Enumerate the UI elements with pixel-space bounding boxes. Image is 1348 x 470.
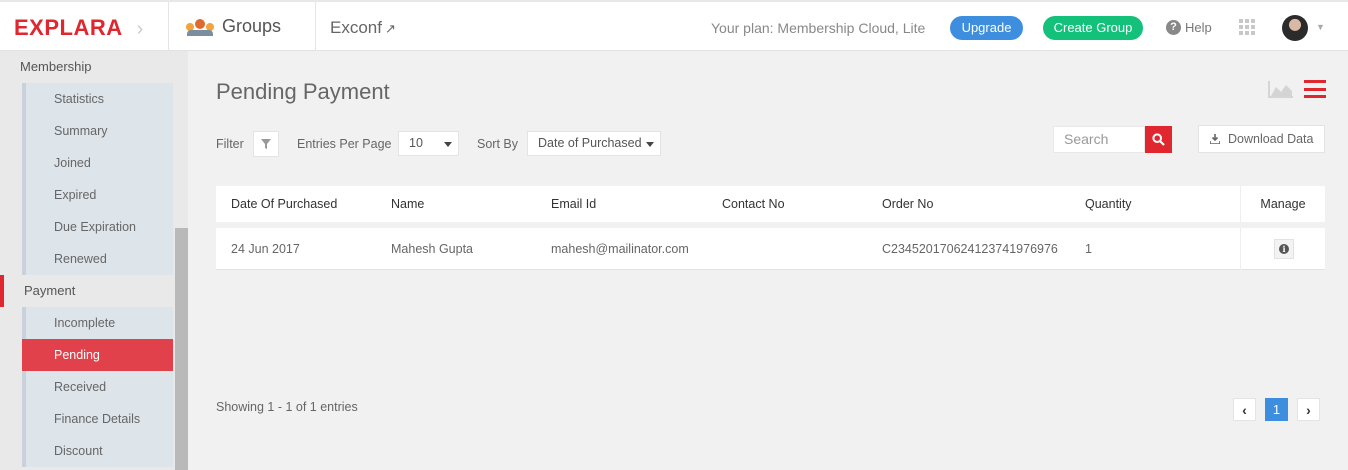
search-button[interactable] — [1145, 126, 1172, 153]
plan-text: Your plan: Membership Cloud, Lite — [711, 20, 926, 36]
filter-button[interactable] — [253, 131, 279, 157]
groups-nav[interactable]: Groups — [186, 16, 281, 37]
table-header: Date Of Purchased Name Email Id Contact … — [216, 186, 1325, 222]
logo-text: EXPLARA — [14, 15, 123, 40]
list-view-icon[interactable] — [1304, 80, 1326, 98]
column-header: Manage — [1240, 186, 1325, 222]
sidebar-item-renewed[interactable]: Renewed — [22, 243, 173, 275]
chevron-right-icon: › — [136, 18, 144, 40]
column-header[interactable]: Date Of Purchased — [231, 186, 337, 222]
cell-order-no: C23452017062412374197697​6 — [882, 242, 1058, 256]
divider — [315, 2, 316, 51]
chart-view-icon[interactable] — [1268, 80, 1294, 98]
caret-down-icon — [444, 142, 452, 147]
sidebar-item-finance-details[interactable]: Finance Details — [22, 403, 173, 435]
caret-down-icon — [646, 142, 654, 147]
page-button-current[interactable]: 1 — [1265, 398, 1288, 421]
entries-per-page-value: 10 — [409, 136, 423, 150]
upgrade-button[interactable]: Upgrade — [950, 16, 1023, 40]
sort-by-value: Date of Purchased — [538, 136, 642, 150]
chevron-right-icon: › — [1306, 401, 1311, 418]
sidebar-item-statistics[interactable]: Statistics — [22, 83, 173, 115]
sidebar-item-pending[interactable]: Pending — [22, 339, 173, 371]
sidebar-item-summary[interactable]: Summary — [22, 115, 173, 147]
download-data-button[interactable]: Download Data — [1198, 125, 1325, 153]
sidebar-item-joined[interactable]: Joined — [22, 147, 173, 179]
event-link[interactable]: Exconf ↗ — [330, 18, 396, 38]
explara-logo[interactable]: EXPLARA › — [14, 15, 144, 41]
table-row: 24 Jun 2017 Mahesh Gupta mahesh@mailinat… — [216, 228, 1325, 270]
download-icon — [1210, 134, 1220, 144]
download-data-label: Download Data — [1228, 132, 1314, 146]
filter-label: Filter — [216, 137, 244, 151]
previous-page-button[interactable]: ‹ — [1233, 398, 1256, 421]
entries-per-page-select[interactable]: 10 — [398, 131, 459, 156]
cell-quantity: 1 — [1085, 242, 1092, 256]
column-header[interactable]: Contact No — [722, 186, 785, 222]
column-header[interactable]: Order No — [882, 186, 933, 222]
sort-by-label: Sort By — [477, 137, 518, 151]
entries-per-page-label: Entries Per Page — [297, 137, 392, 151]
pagination-summary: Showing 1 - 1 of 1 entries — [216, 400, 358, 414]
search-input[interactable]: Search — [1053, 126, 1145, 153]
sidebar-item-due-expiration[interactable]: Due Expiration — [22, 211, 173, 243]
groups-label: Groups — [222, 16, 282, 36]
next-page-button[interactable]: › — [1297, 398, 1320, 421]
apps-grid-icon[interactable] — [1239, 19, 1255, 35]
info-icon: i — [1279, 244, 1289, 254]
column-header[interactable]: Quantity — [1085, 186, 1132, 222]
column-header[interactable]: Email Id — [551, 186, 596, 222]
create-group-button[interactable]: Create Group — [1043, 16, 1143, 40]
help-link[interactable]: ? Help — [1166, 20, 1212, 35]
cell-name: Mahesh Gupta — [391, 242, 473, 256]
sort-by-select[interactable]: Date of Purchased — [527, 131, 661, 156]
search-icon — [1152, 133, 1165, 146]
cell-email: mahesh@mailinator.com — [551, 242, 689, 256]
top-bar: EXPLARA › Groups Exconf ↗ Your plan: Membe… — [0, 0, 1348, 51]
cell-date: 24 Jun 2017 — [231, 242, 300, 256]
help-icon: ? — [1166, 20, 1181, 35]
filter-icon — [261, 139, 271, 149]
sidebar-item-received[interactable]: Received — [22, 371, 173, 403]
column-header[interactable]: Name — [391, 186, 424, 222]
divider — [168, 2, 169, 51]
external-link-icon: ↗ — [384, 21, 396, 36]
sidebar: Membership Statistics Summary Joined Exp… — [0, 51, 188, 470]
chevron-left-icon: ‹ — [1242, 401, 1247, 418]
event-name: Exconf — [330, 18, 382, 37]
groups-icon — [186, 18, 214, 36]
cell-manage: i — [1240, 228, 1325, 270]
caret-down-icon[interactable]: ▼ — [1316, 22, 1325, 32]
sidebar-item-discount[interactable]: Discount — [22, 435, 173, 467]
sidebar-section-payment[interactable]: Payment — [0, 275, 175, 307]
info-button[interactable]: i — [1274, 239, 1294, 259]
avatar[interactable] — [1282, 15, 1308, 41]
sidebar-item-expired[interactable]: Expired — [22, 179, 173, 211]
sidebar-section-membership[interactable]: Membership — [0, 51, 175, 83]
help-label: Help — [1185, 20, 1212, 35]
page-title: Pending Payment — [216, 79, 390, 104]
sidebar-item-incomplete[interactable]: Incomplete — [22, 307, 173, 339]
sidebar-scrollbar[interactable] — [175, 228, 188, 470]
